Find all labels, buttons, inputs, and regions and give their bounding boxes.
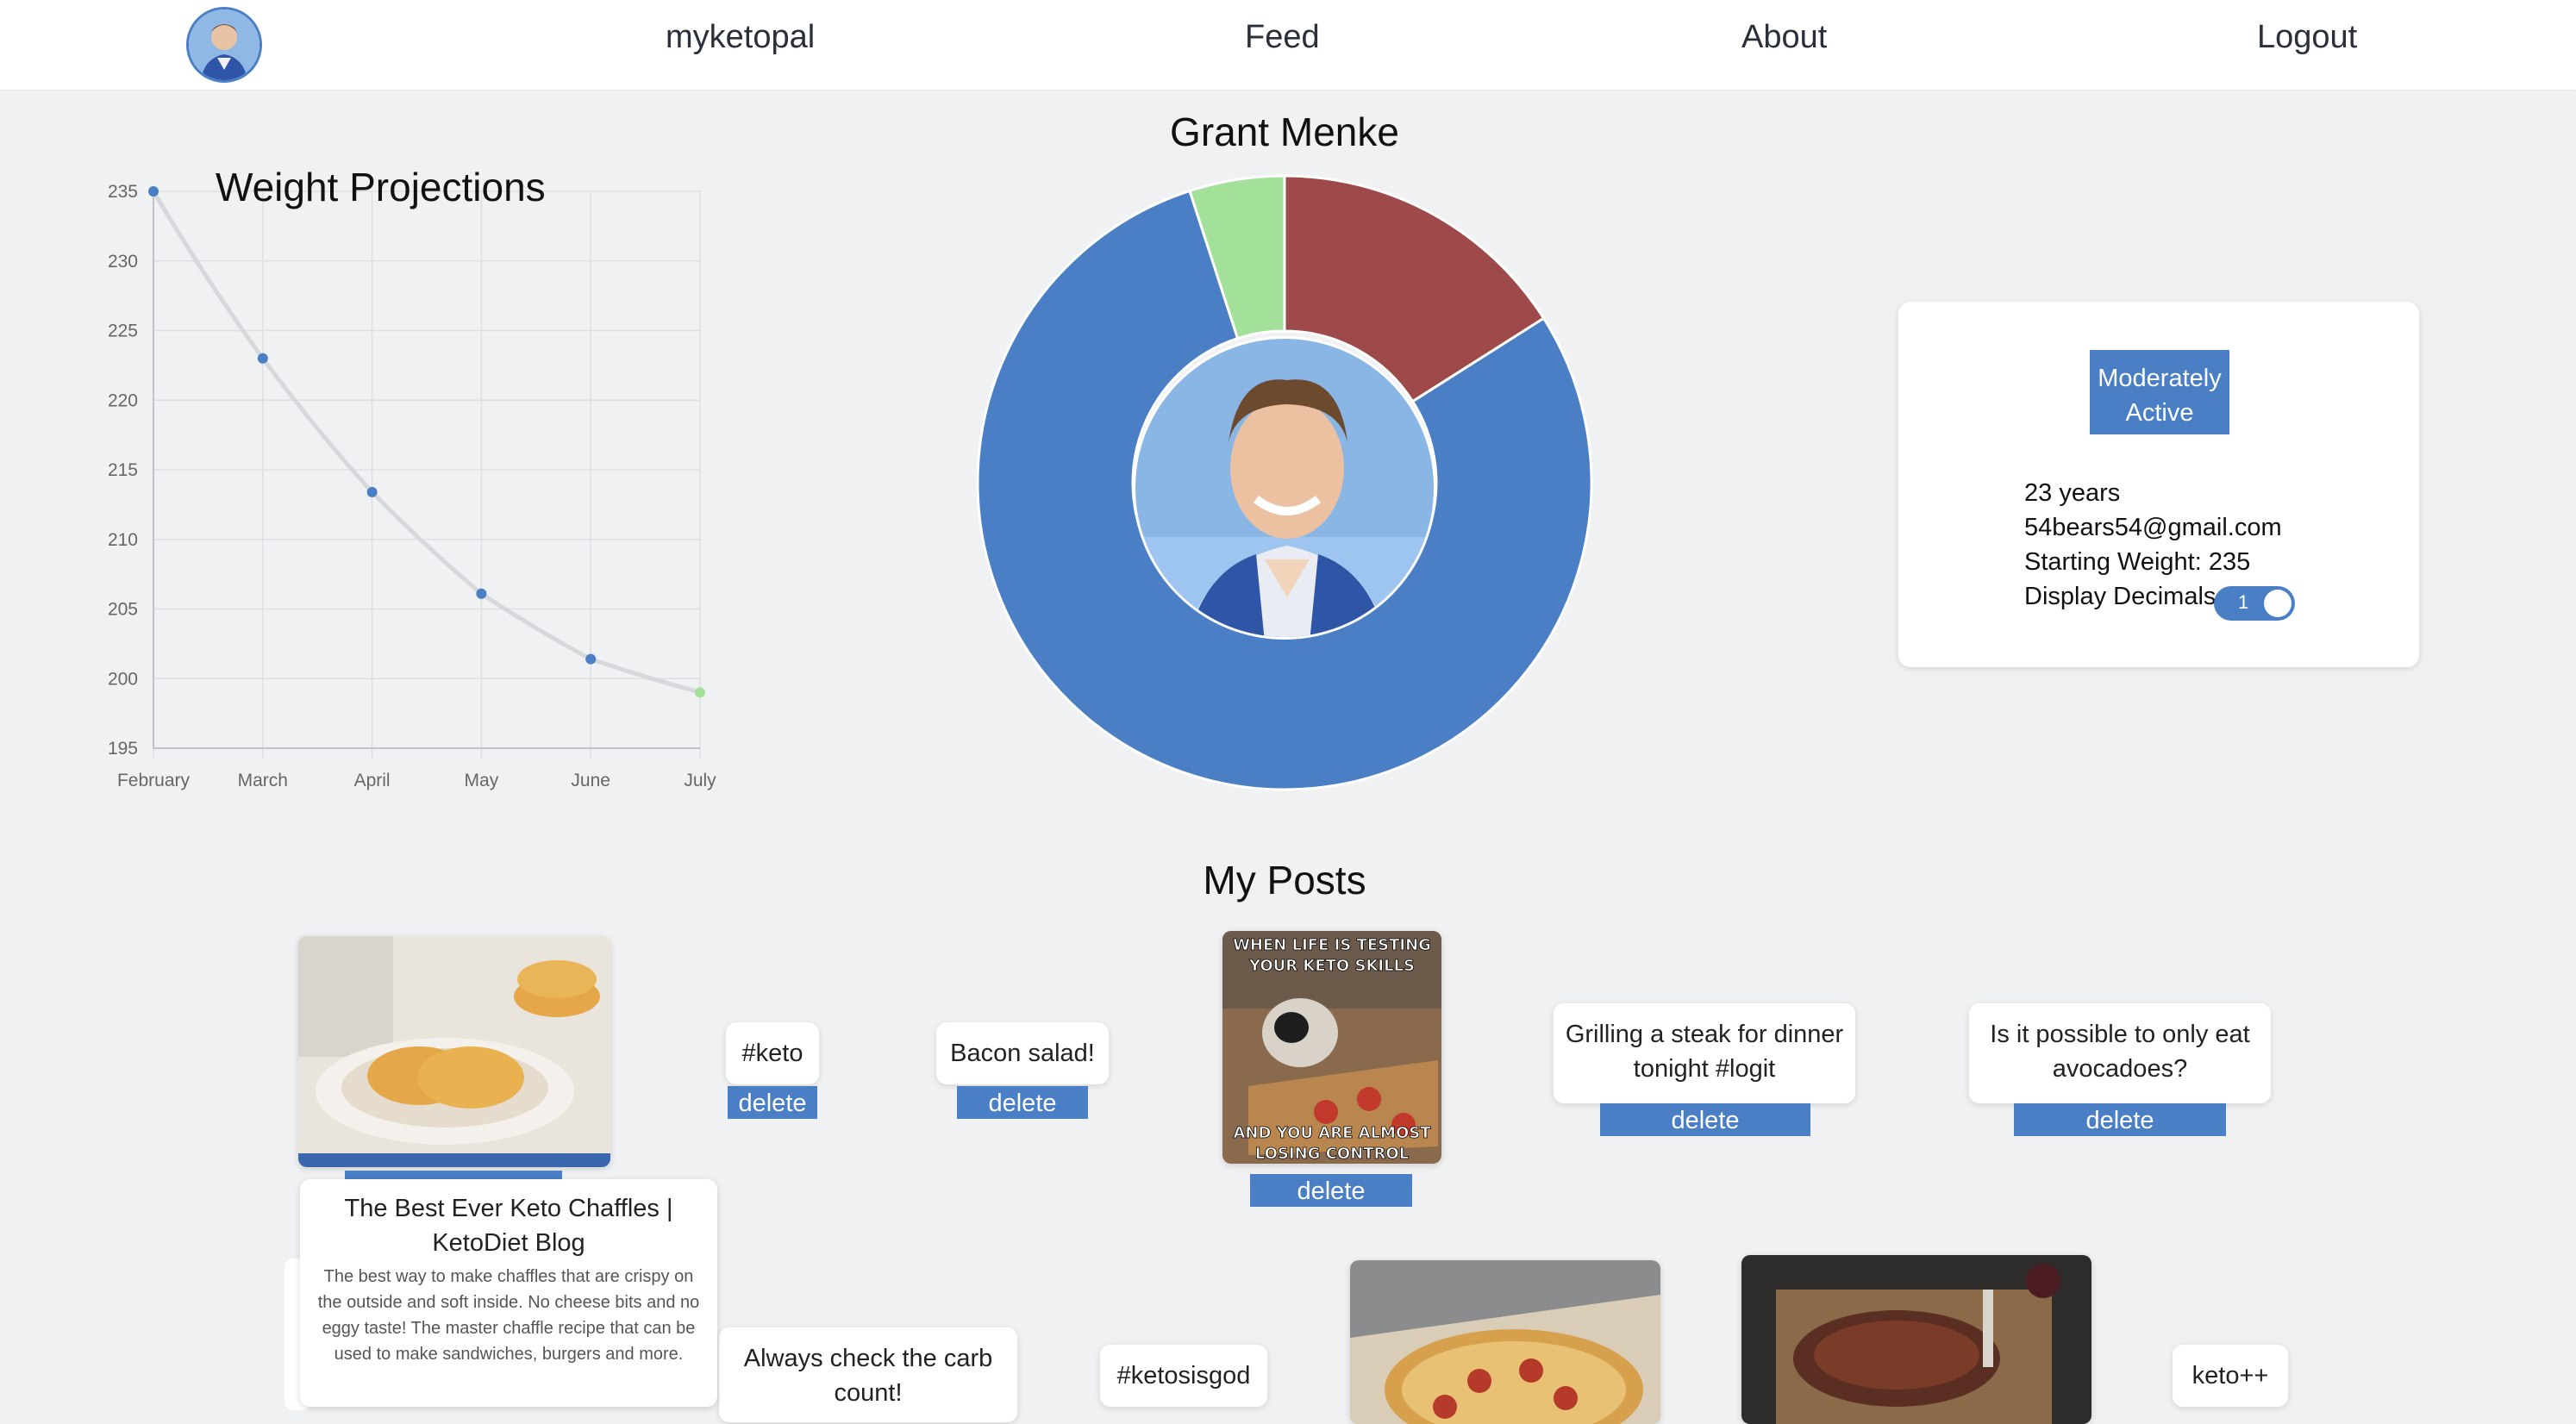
x-tick-label: July bbox=[684, 771, 716, 790]
profile-name: Grant Menke bbox=[1170, 109, 1399, 154]
nav-logout-link[interactable]: Logout bbox=[2257, 19, 2357, 56]
nav-about-link[interactable]: About bbox=[1741, 19, 1827, 56]
x-tick-label: February bbox=[117, 771, 191, 790]
profile-info-card: Moderately Active 23 years 54bears54@gma… bbox=[1898, 302, 2419, 667]
y-tick-label: 225 bbox=[108, 322, 138, 341]
age-text: 23 years bbox=[2024, 479, 2121, 507]
nav-brand-link[interactable]: myketopal bbox=[666, 19, 815, 56]
x-tick-label: May bbox=[465, 771, 499, 790]
profile-photo bbox=[1133, 336, 1436, 640]
meme-photo-icon: WHEN LIFE IS TESTING YOUR KETO SKILLS AN… bbox=[1222, 931, 1441, 1164]
y-tick-label: 200 bbox=[108, 669, 138, 689]
delete-button[interactable]: delete bbox=[2014, 1103, 2226, 1136]
y-tick-label: 215 bbox=[108, 460, 138, 480]
link-preview-title: The Best Ever Keto Chaffles | KetoDiet B… bbox=[344, 1195, 673, 1257]
nav-avatar[interactable] bbox=[186, 7, 262, 83]
y-tick-label: 230 bbox=[108, 252, 138, 272]
y-tick-label: 210 bbox=[108, 530, 138, 550]
post-text: Grilling a steak for dinner tonight #log… bbox=[1565, 1021, 1844, 1083]
post-image-pizza[interactable] bbox=[1350, 1260, 1660, 1424]
svg-text:WHEN LIFE IS TESTING: WHEN LIFE IS TESTING bbox=[1233, 936, 1431, 954]
weight-series-line bbox=[151, 190, 701, 695]
weight-data-point bbox=[366, 486, 378, 497]
nav-feed-link[interactable]: Feed bbox=[1245, 19, 1320, 56]
chart-title: Weight Projections bbox=[216, 165, 546, 209]
post-card: Grilling a steak for dinner tonight #log… bbox=[1554, 1003, 1855, 1103]
post-card: #ketosisgod bbox=[1100, 1345, 1267, 1407]
post-card: keto++ bbox=[2173, 1345, 2288, 1407]
link-preview-tooltip: The Best Ever Keto Chaffles | KetoDiet B… bbox=[300, 1179, 717, 1407]
link-preview-description: The best way to make chaffles that are c… bbox=[317, 1267, 700, 1364]
x-tick-label: June bbox=[571, 771, 610, 790]
post-text: #keto bbox=[741, 1040, 803, 1067]
post-image-steak[interactable] bbox=[1741, 1255, 2091, 1424]
weight-data-point bbox=[148, 186, 159, 197]
toggle-value: 1 bbox=[2238, 591, 2249, 613]
y-tick-label: 220 bbox=[108, 390, 138, 410]
post-image-waffles[interactable] bbox=[298, 936, 610, 1167]
post-card: Bacon salad! bbox=[936, 1022, 1109, 1084]
post-text: Always check the carb count! bbox=[743, 1345, 993, 1407]
weight-data-point bbox=[585, 653, 597, 665]
svg-text:AND YOU ARE ALMOST: AND YOU ARE ALMOST bbox=[1234, 1124, 1432, 1142]
steak-photo-icon bbox=[1741, 1255, 2091, 1424]
weight-projection-chart: 195 200 205 210 215 220 225 230 235 February March… bbox=[108, 182, 716, 790]
post-text: Is it possible to only eat avocadoes? bbox=[1990, 1021, 2250, 1083]
chart-gridlines bbox=[153, 190, 701, 759]
waffles-photo-icon bbox=[298, 936, 610, 1167]
pizza-photo-icon bbox=[1350, 1260, 1660, 1424]
y-tick-label: 205 bbox=[108, 600, 138, 620]
avatar-photo-icon bbox=[189, 9, 259, 80]
toggle-knob bbox=[2264, 590, 2292, 617]
y-tick-label: 235 bbox=[108, 182, 138, 202]
x-tick-label: April bbox=[354, 771, 391, 790]
svg-text:YOUR KETO SKILLS: YOUR KETO SKILLS bbox=[1248, 957, 1415, 975]
post-card: #keto bbox=[726, 1022, 819, 1084]
starting-weight-text: Starting Weight: 235 bbox=[2024, 548, 2251, 576]
post-image-meme[interactable]: WHEN LIFE IS TESTING YOUR KETO SKILLS AN… bbox=[1222, 931, 1441, 1164]
post-card: Is it possible to only eat avocadoes? bbox=[1969, 1003, 2271, 1103]
top-navbar: myketopal Feed About Logout bbox=[0, 0, 2576, 90]
post-card: Always check the carb count! bbox=[719, 1327, 1017, 1422]
x-tick-label: March bbox=[238, 771, 288, 790]
my-posts-heading: My Posts bbox=[1203, 858, 1366, 902]
delete-button[interactable]: delete bbox=[957, 1086, 1088, 1119]
delete-button[interactable]: delete bbox=[1250, 1174, 1412, 1207]
weight-data-point bbox=[476, 588, 487, 599]
delete-button[interactable]: delete bbox=[728, 1086, 817, 1119]
profile-photo-icon bbox=[1135, 339, 1434, 637]
display-decimals-label: Display Decimals bbox=[2024, 583, 2216, 610]
post-text: #ketosisgod bbox=[1116, 1362, 1251, 1390]
activity-level-button[interactable]: Moderately Active bbox=[2090, 350, 2229, 434]
email-text: 54bears54@gmail.com bbox=[2024, 514, 2282, 541]
weight-data-point bbox=[257, 353, 268, 364]
display-decimals-toggle[interactable]: 1 bbox=[2214, 586, 2295, 621]
delete-button[interactable] bbox=[345, 1171, 562, 1179]
weight-data-point bbox=[695, 687, 705, 698]
y-tick-label: 195 bbox=[108, 739, 138, 759]
svg-text:LOSING CONTROL: LOSING CONTROL bbox=[1255, 1145, 1409, 1163]
delete-button[interactable]: delete bbox=[1600, 1103, 1810, 1136]
post-text: keto++ bbox=[2191, 1362, 2269, 1390]
post-text: Bacon salad! bbox=[950, 1040, 1095, 1067]
